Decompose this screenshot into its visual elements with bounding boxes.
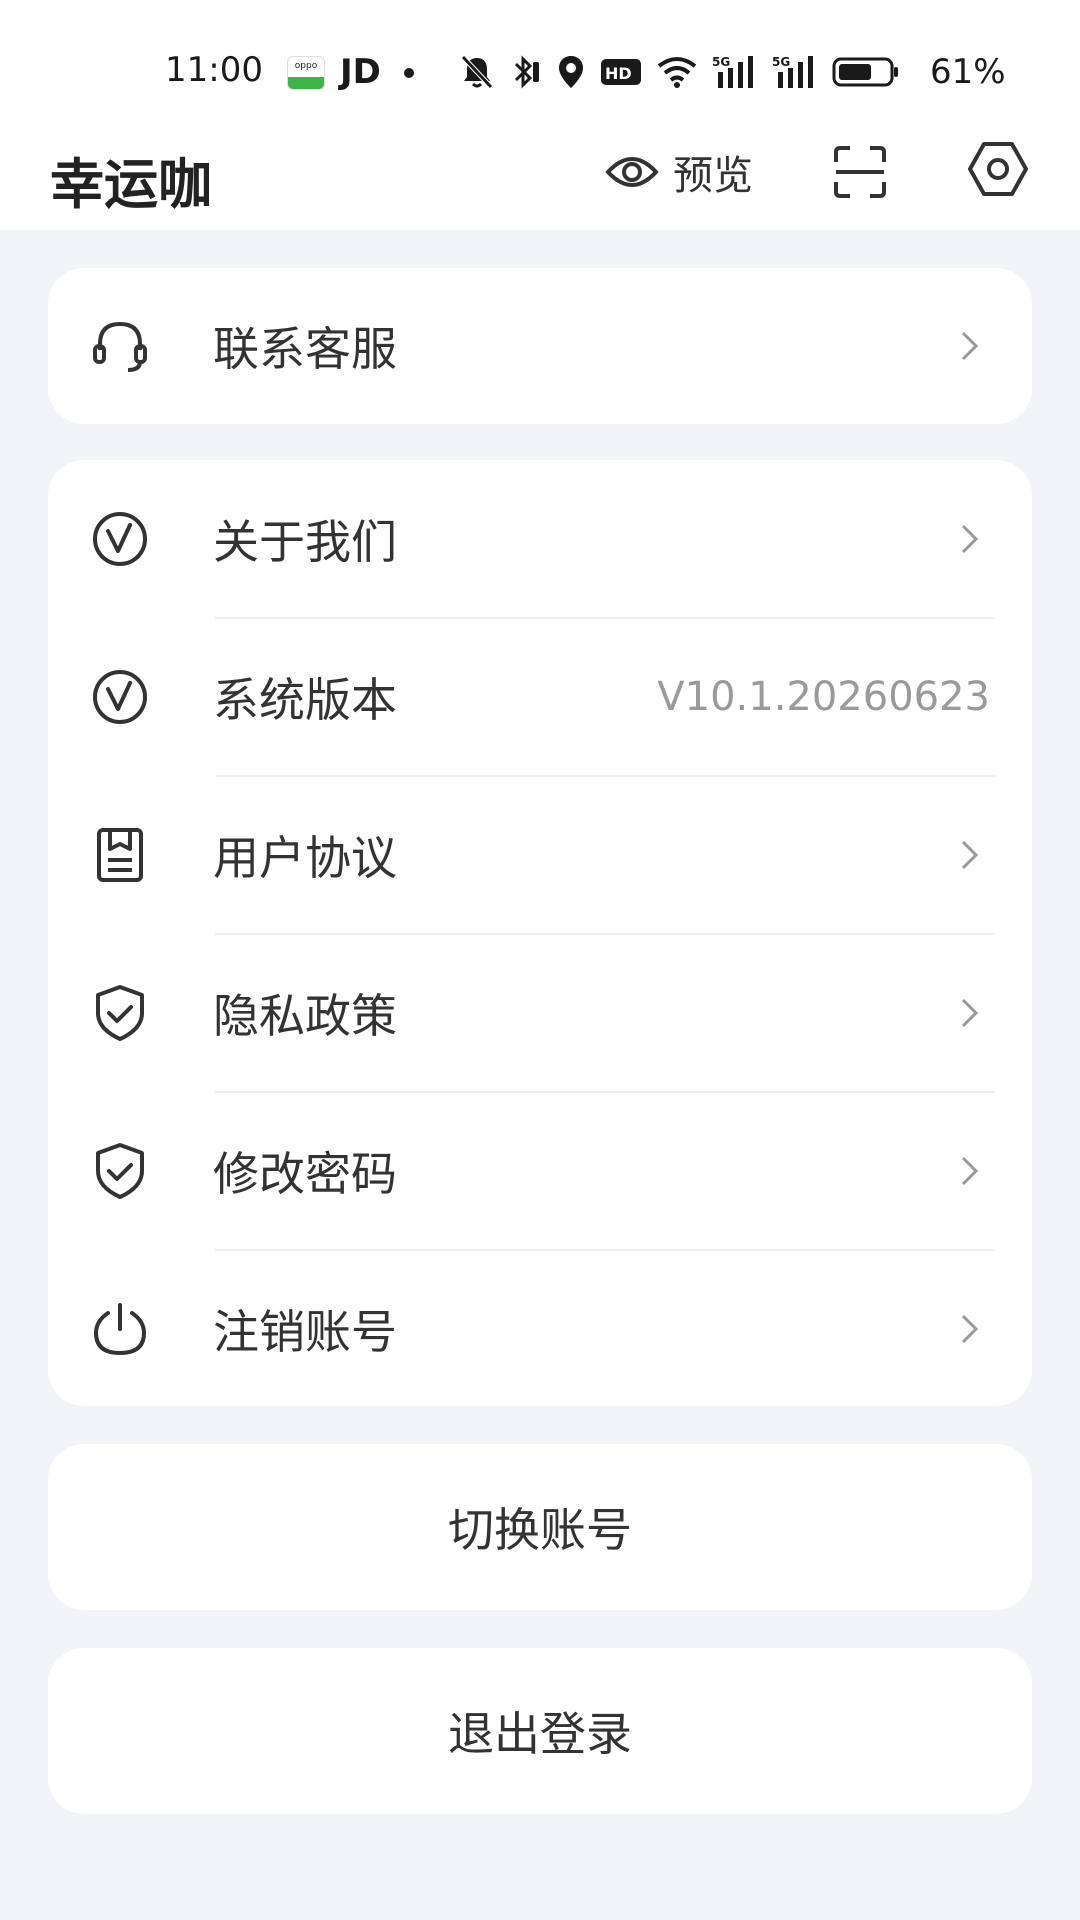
menu-item-label: 联系客服: [213, 322, 397, 376]
menu-item-change-password[interactable]: 修改密码: [48, 1092, 1032, 1250]
eye-icon: [605, 157, 659, 187]
wifi-icon: [657, 57, 697, 88]
chevron-right-icon: [961, 1314, 979, 1344]
menu-item-privacy-policy[interactable]: 隐私政策: [48, 934, 1032, 1092]
svg-text:5G: 5G: [712, 55, 730, 69]
bluetooth-icon: [514, 55, 539, 89]
status-time: 11:00: [165, 50, 263, 90]
power-icon: [93, 1303, 147, 1356]
menu-item-label: 关于我们: [213, 515, 397, 569]
switch-account-button[interactable]: 切换账号: [48, 1444, 1032, 1610]
hd-icon: HD: [601, 59, 641, 85]
status-app-label: JD: [340, 52, 381, 92]
menu-item-label: 注销账号: [213, 1305, 397, 1359]
menu-item-delete-account[interactable]: 注销账号: [48, 1250, 1032, 1408]
menu-item-user-agreement[interactable]: 用户协议: [48, 776, 1032, 934]
chevron-right-icon: [961, 524, 979, 554]
shield-check-icon: [96, 1143, 144, 1199]
logout-label: 退出登录: [448, 1707, 632, 1761]
shield-check-icon: [96, 985, 144, 1041]
scan-icon[interactable]: [832, 144, 888, 200]
menu-item-label: 修改密码: [213, 1147, 397, 1201]
status-bar: 11:00 oppo JD HD 5G 5G 61%: [0, 0, 1080, 120]
location-icon: [559, 56, 583, 88]
document-icon: [97, 828, 143, 882]
settings-icon[interactable]: [967, 138, 1029, 200]
battery-icon: [832, 57, 898, 87]
chevron-right-icon: [961, 331, 979, 361]
v-circle-icon: [93, 512, 147, 566]
preview-label: 预览: [673, 153, 753, 199]
menu-item-label: 隐私政策: [213, 989, 397, 1043]
battery-percent: 61%: [930, 52, 1006, 92]
contact-service-card: 联系客服: [48, 268, 1032, 424]
svg-text:HD: HD: [605, 64, 632, 83]
menu-item-about-us[interactable]: 关于我们: [48, 460, 1032, 618]
logout-button[interactable]: 退出登录: [48, 1648, 1032, 1814]
settings-menu-card: 关于我们 系统版本 V10.1.20260623 用户协议 隐私政策 修改密码 …: [48, 460, 1032, 1406]
chevron-right-icon: [961, 1156, 979, 1186]
v-circle-icon: [93, 670, 147, 724]
top-area: 11:00 oppo JD HD 5G 5G 61% 幸运咖 预览: [0, 0, 1080, 230]
svg-text:5G: 5G: [772, 55, 790, 69]
chevron-right-icon: [961, 998, 979, 1028]
oppo-app-icon: oppo: [287, 56, 325, 90]
chevron-right-icon: [961, 840, 979, 870]
menu-item-label: 系统版本: [213, 673, 397, 727]
version-value: V10.1.20260623: [657, 674, 990, 720]
headset-icon: [93, 321, 147, 372]
menu-item-label: 用户协议: [213, 831, 397, 885]
preview-button[interactable]: 预览: [605, 142, 753, 202]
menu-item-contact-service[interactable]: 联系客服: [48, 268, 1032, 424]
page-title: 幸运咖: [50, 153, 212, 216]
signal-5g-icon: 5G: [712, 55, 753, 88]
signal-5g-icon: 5G: [772, 55, 813, 88]
status-icons: HD 5G 5G: [460, 50, 900, 94]
mute-icon: [461, 55, 493, 89]
app-header: 幸运咖 预览: [0, 120, 1080, 230]
menu-item-system-version: 系统版本 V10.1.20260623: [48, 618, 1032, 776]
notification-dot-icon: [404, 68, 414, 78]
switch-account-label: 切换账号: [448, 1503, 632, 1557]
